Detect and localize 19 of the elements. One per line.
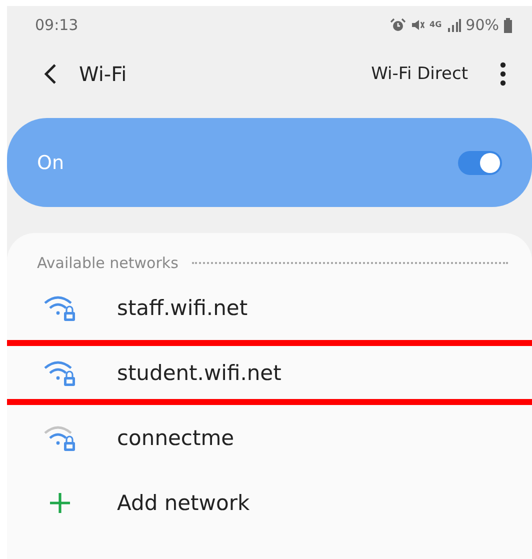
status-time: 09:13 [35, 16, 78, 34]
more-options-icon[interactable] [500, 62, 506, 86]
back-icon[interactable] [43, 63, 57, 85]
wifi-switch[interactable] [458, 150, 502, 174]
network-item[interactable]: staff.wifi.net [7, 275, 532, 340]
alarm-icon [390, 18, 406, 32]
page-title: Wi-Fi [79, 62, 127, 86]
add-network-item[interactable]: Add network [7, 470, 532, 535]
plus-icon [49, 492, 71, 514]
network-item[interactable]: connectme [7, 405, 532, 470]
mute-icon [410, 18, 425, 32]
toggle-label: On [37, 152, 64, 174]
wifi-direct-button[interactable]: Wi-Fi Direct [371, 64, 468, 84]
battery-level: 90% [466, 16, 499, 34]
signal-icon [446, 18, 461, 32]
battery-icon [504, 18, 512, 32]
highlighted-network-item[interactable]: student.wifi.net [7, 340, 532, 405]
network-type: 4G [430, 21, 442, 29]
section-title: Available networks [37, 254, 178, 272]
